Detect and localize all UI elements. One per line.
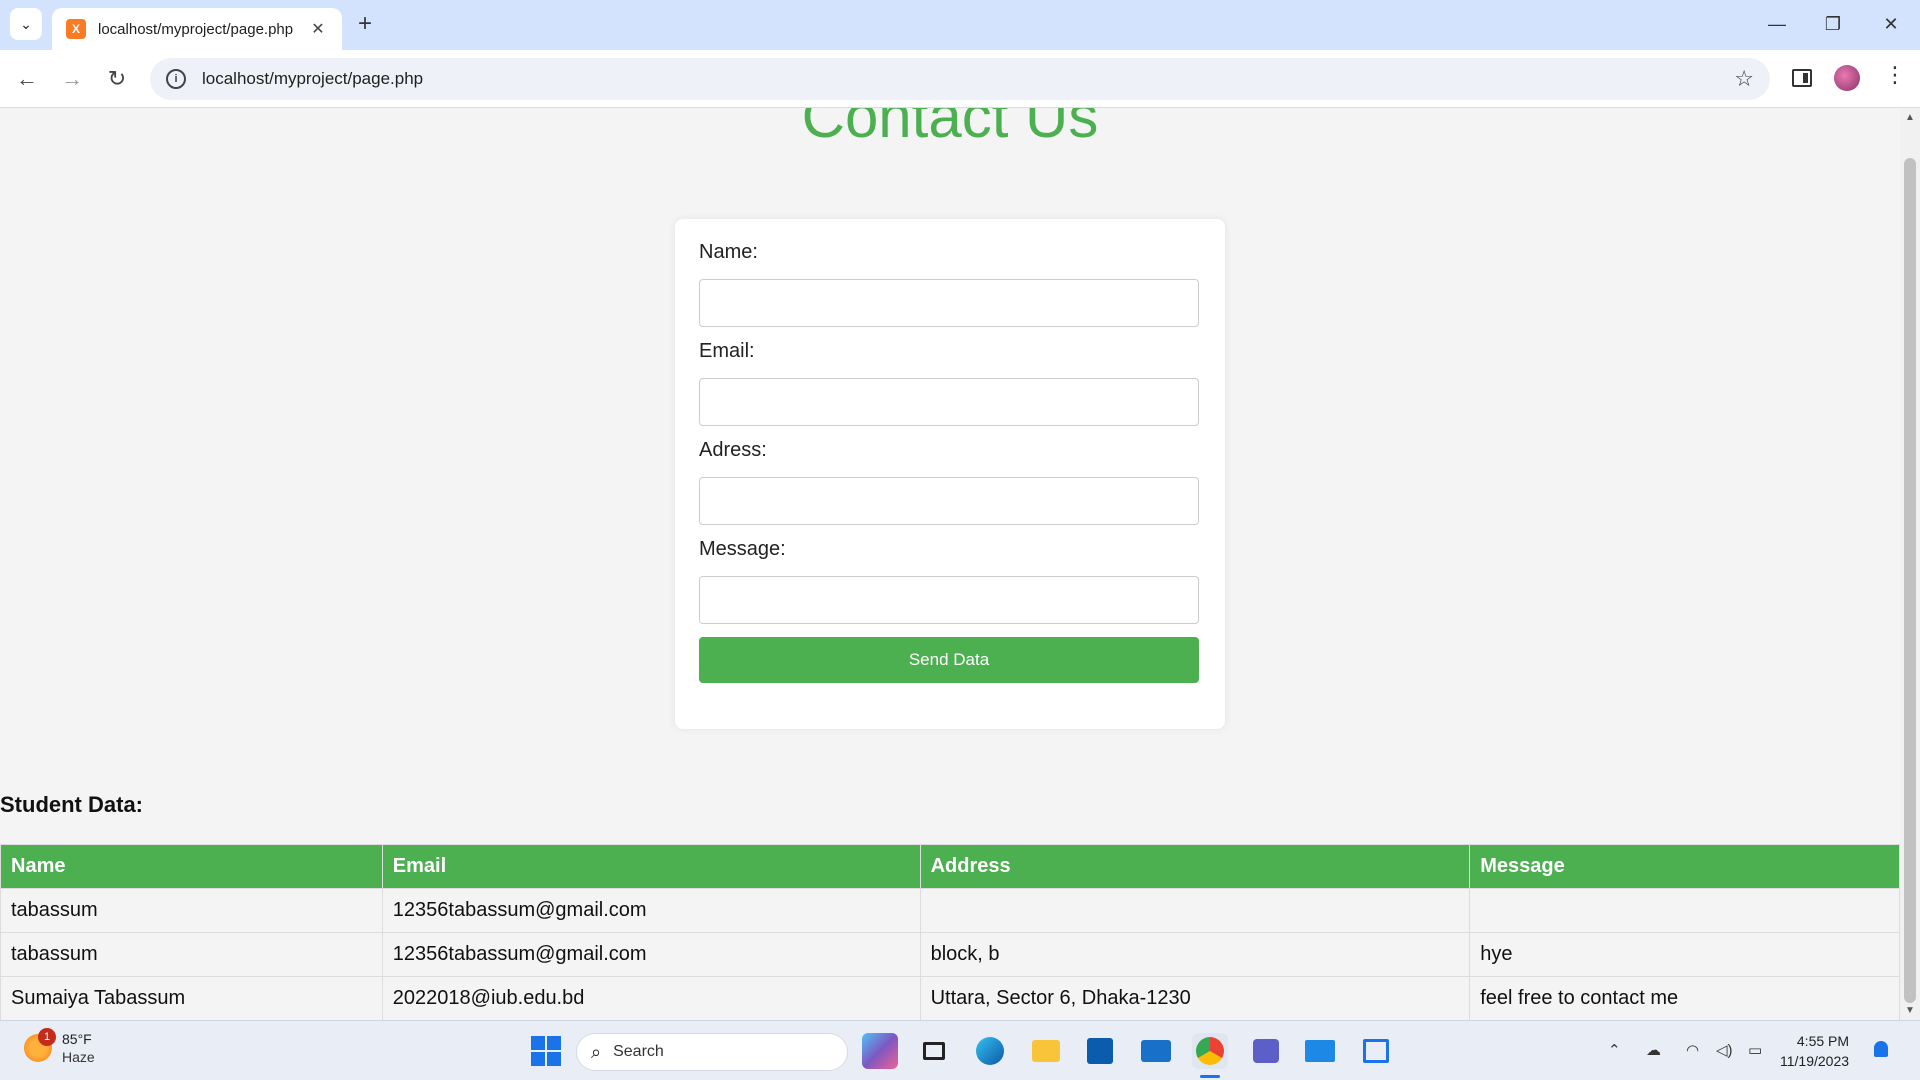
chrome-active-indicator	[1200, 1075, 1220, 1078]
cell-address: Uttara, Sector 6, Dhaka-1230	[919, 976, 1471, 1020]
new-tab-button[interactable]: +	[349, 8, 381, 40]
restore-button[interactable]: ❐	[1808, 6, 1858, 42]
cell-message: feel free to contact me	[1469, 976, 1900, 1020]
temperature-text: 85°F	[62, 1031, 92, 1047]
side-panel-icon[interactable]	[1792, 69, 1812, 87]
teams-icon[interactable]	[1248, 1033, 1284, 1069]
notification-bell-icon[interactable]	[1874, 1041, 1888, 1057]
site-info-icon[interactable]: i	[166, 69, 186, 89]
battery-icon[interactable]: ▭	[1748, 1041, 1762, 1059]
header-address: Address	[919, 844, 1471, 889]
notification-badge: 1	[38, 1028, 56, 1046]
xampp-favicon-icon: X	[66, 19, 86, 39]
arrow-left-icon: ←	[16, 66, 38, 91]
restore-icon: ❐	[1824, 13, 1842, 34]
task-view-icon[interactable]	[916, 1033, 952, 1069]
cell-name: tabassum	[0, 888, 383, 933]
show-hidden-icons-chevron-icon[interactable]: ⌃	[1608, 1041, 1621, 1059]
student-data-table: Name Email Address Message tabassum 1235…	[0, 844, 1900, 1020]
taskbar-search-box[interactable]: ⌕ Search	[576, 1033, 848, 1071]
bookmark-star-icon[interactable]: ☆	[1734, 66, 1754, 92]
chevron-down-icon: ⌄	[20, 15, 32, 32]
cell-address	[919, 888, 1471, 933]
cell-address: block, b	[919, 932, 1471, 977]
page-scrollbar[interactable]: ▲ ▼	[1900, 108, 1920, 1020]
scroll-down-arrow-icon[interactable]: ▼	[1904, 1005, 1916, 1016]
student-data-heading: Student Data:	[0, 792, 143, 817]
app-window-icon[interactable]	[1358, 1033, 1394, 1069]
close-icon: ✕	[1883, 13, 1899, 34]
onedrive-cloud-icon[interactable]: ☁	[1646, 1041, 1661, 1059]
weather-widget[interactable]: 1 85°F Haze	[24, 1028, 95, 1066]
windows-start-icon[interactable]	[528, 1033, 564, 1069]
weather-sun-icon: 1	[24, 1028, 56, 1062]
back-button[interactable]: ←	[10, 62, 44, 96]
wifi-icon[interactable]: ◠	[1686, 1041, 1699, 1059]
scroll-up-arrow-icon[interactable]: ▲	[1904, 112, 1916, 123]
more-menu-icon[interactable]: ⋮	[1884, 62, 1906, 88]
windows-taskbar: 1 85°F Haze ⌕ Search ⌃ ☁ ◠ ◁) ▭ 4:55 PM …	[0, 1020, 1920, 1080]
send-data-button[interactable]: Send Data	[699, 637, 1199, 683]
table-row: tabassum 12356tabassum@gmail.com block, …	[0, 932, 1900, 977]
reload-button[interactable]: ↻	[100, 62, 134, 96]
table-header-row: Name Email Address Message	[0, 844, 1900, 889]
cell-name: Sumaiya Tabassum	[0, 976, 383, 1020]
tab-search-button[interactable]: ⌄	[10, 8, 42, 40]
cell-name: tabassum	[0, 932, 383, 977]
scroll-thumb[interactable]	[1904, 158, 1916, 1003]
edge-browser-icon[interactable]	[972, 1033, 1008, 1069]
address-input[interactable]	[699, 477, 1199, 525]
profile-avatar[interactable]	[1834, 65, 1860, 91]
clock-time: 4:55 PM	[1796, 1033, 1850, 1049]
file-explorer-icon[interactable]	[1028, 1033, 1064, 1069]
address-bar[interactable]: i localhost/myproject/page.php ☆	[150, 58, 1770, 100]
copilot-icon[interactable]	[862, 1033, 898, 1069]
search-icon: ⌕	[591, 1041, 602, 1062]
cell-email: 12356tabassum@gmail.com	[381, 888, 921, 933]
clock-date: 11/19/2023	[1780, 1053, 1850, 1069]
table-row: Sumaiya Tabassum 2022018@iub.edu.bd Utta…	[0, 976, 1900, 1020]
page-title: Contact Us	[801, 108, 1099, 150]
microsoft-store-icon[interactable]	[1082, 1033, 1118, 1069]
contact-form-card: Name: Email: Adress: Message: Send Data	[675, 219, 1225, 729]
taskbar-clock[interactable]: 4:55 PM 11/19/2023	[1780, 1031, 1849, 1071]
plus-icon: +	[357, 10, 372, 37]
browser-tab[interactable]: X localhost/myproject/page.php ✕	[52, 8, 342, 50]
header-name: Name	[0, 844, 383, 889]
name-label: Name:	[699, 241, 758, 263]
mail-icon[interactable]	[1138, 1033, 1174, 1069]
arrow-right-icon: →	[61, 66, 83, 91]
url-text[interactable]: localhost/myproject/page.php	[202, 69, 1734, 89]
search-label: Search	[613, 1043, 664, 1060]
page-viewport: Contact Us Name: Email: Adress: Message:…	[0, 108, 1900, 1020]
cell-email: 2022018@iub.edu.bd	[381, 976, 921, 1020]
weather-condition-text: Haze	[62, 1049, 95, 1065]
volume-icon[interactable]: ◁)	[1716, 1041, 1733, 1059]
forward-button[interactable]: →	[55, 62, 89, 96]
address-label: Adress:	[699, 439, 767, 461]
close-tab-icon[interactable]: ✕	[308, 19, 328, 39]
email-input[interactable]	[699, 378, 1199, 426]
browser-title-bar: ⌄ X localhost/myproject/page.php ✕ + — ❐…	[0, 0, 1920, 50]
cell-message: hye	[1469, 932, 1900, 977]
message-label: Message:	[699, 538, 786, 560]
reload-icon: ↻	[107, 66, 127, 91]
table-row: tabassum 12356tabassum@gmail.com	[0, 888, 1900, 933]
chrome-icon[interactable]	[1192, 1033, 1228, 1069]
email-label: Email:	[699, 340, 755, 362]
minimize-icon: —	[1768, 13, 1786, 34]
close-window-button[interactable]: ✕	[1866, 6, 1916, 42]
tab-title: localhost/myproject/page.php	[98, 20, 294, 38]
header-message: Message	[1469, 844, 1900, 889]
name-input[interactable]	[699, 279, 1199, 327]
message-input[interactable]	[699, 576, 1199, 624]
remote-desktop-icon[interactable]	[1302, 1033, 1338, 1069]
cell-message	[1469, 888, 1900, 933]
header-email: Email	[381, 844, 921, 889]
browser-toolbar: ← → ↻ i localhost/myproject/page.php ☆	[0, 50, 1920, 108]
minimize-button[interactable]: —	[1752, 6, 1802, 42]
cell-email: 12356tabassum@gmail.com	[381, 932, 921, 977]
